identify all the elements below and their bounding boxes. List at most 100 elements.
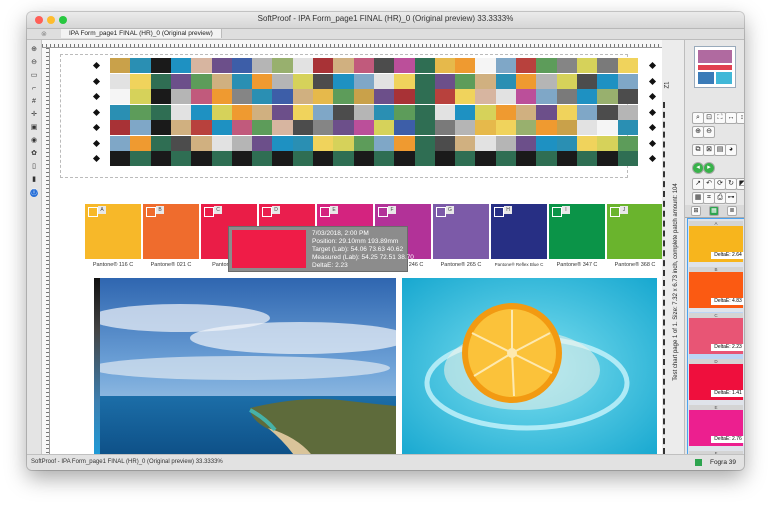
measurement-item-c[interactable]: C DeltaE: 2.23 [689, 312, 744, 359]
color-wheel-icon[interactable]: ◕ [725, 144, 737, 156]
swatch-checkbox[interactable] [320, 207, 330, 217]
swatch-checkbox[interactable] [204, 207, 214, 217]
color-patch [110, 151, 131, 166]
measurement-list[interactable]: A DeltaE: 2.64 B DeltaE: 4.83 C DeltaE: 2.23 D… [687, 218, 744, 456]
swatch-checkbox[interactable] [262, 207, 272, 217]
lock-icon[interactable]: ▣ [30, 124, 38, 132]
registration-mark [648, 108, 656, 116]
tooltip-target: Target (Lab): 54.06 73.63 40.62 [312, 246, 404, 253]
color-patch [313, 104, 334, 120]
pantone-swatch-a[interactable]: A [85, 204, 141, 259]
color-patch [170, 120, 192, 135]
swatch-checkbox[interactable] [378, 207, 388, 217]
color-patch [516, 58, 537, 73]
color-patch [617, 89, 639, 104]
color-patch [394, 151, 415, 166]
green-right-icon[interactable]: ▸ [703, 162, 715, 174]
measurement-item-d[interactable]: D DeltaE: 1.41 [689, 358, 744, 405]
color-patch [231, 151, 253, 166]
color-patch [252, 73, 273, 89]
right-panel: ⌕ ⊡ ⛶ ↔ ↕ ⊕ ⊖ ⧉ ⊠ ▤ ◕ ◂ ▸ ↗ ↶ ⟳ ↻ ◩ ▦ ⌗ ⎙ ⊶ ⊞ ▦ ≣ A DeltaE: 2.… [684, 40, 744, 456]
pantone-swatch-j[interactable]: J [607, 204, 662, 259]
color-patch [292, 151, 314, 166]
document-canvas[interactable]: A Pantone® 116 C B Pantone® 021 C C Pantone® … [50, 48, 662, 454]
color-patch [536, 120, 558, 135]
swatch-letter: E [330, 206, 338, 214]
swatch-letter: H [504, 206, 512, 214]
tab-patches-icon[interactable]: ▦ [709, 206, 719, 216]
swatch-letter: A [98, 206, 106, 214]
color-patch [455, 104, 476, 120]
pantone-swatch-i[interactable]: I [549, 204, 605, 259]
measurement-item-a[interactable]: A DeltaE: 2.64 [689, 220, 744, 267]
crosshair-icon[interactable]: ✛ [30, 111, 38, 119]
color-patch [252, 58, 273, 73]
arrows-vertical-icon[interactable]: ↕ [736, 112, 744, 124]
color-patch [434, 58, 456, 73]
color-patch [170, 104, 192, 120]
color-patch [211, 58, 233, 73]
status-text: SoftProof - IPA Form_page1 FINAL (HR)_0 … [31, 459, 223, 465]
color-patch [373, 151, 395, 166]
color-patch [292, 73, 314, 89]
swatch-letter: J [620, 206, 628, 214]
color-patch [556, 73, 578, 89]
swatch-name: Pantone® 368 C [614, 262, 656, 268]
color-patch [556, 120, 578, 135]
color-patch [170, 135, 192, 151]
hash-grid-icon[interactable]: # [30, 98, 38, 106]
swatch-checkbox[interactable] [88, 207, 98, 217]
tab-database-icon[interactable]: ≣ [727, 206, 737, 216]
info-icon[interactable]: ⓘ [30, 189, 38, 197]
measurement-item-delta: DeltaE: 4.83 [711, 298, 744, 305]
crop-image-icon[interactable]: ◩ [736, 178, 744, 190]
color-patch [150, 104, 172, 120]
eye-icon[interactable]: ◉ [30, 137, 38, 145]
color-patch [495, 73, 517, 89]
rectangle-select-icon[interactable]: ▭ [30, 72, 38, 80]
color-patch [495, 104, 517, 120]
zoom-out-alt-icon[interactable]: ⊖ [703, 126, 715, 138]
color-patch [576, 73, 598, 89]
color-patch [434, 104, 456, 120]
color-patch [597, 89, 618, 104]
color-patch [536, 135, 558, 151]
swatch-checkbox[interactable] [146, 207, 156, 217]
crop-icon[interactable]: ⌐ [30, 85, 38, 93]
color-patch [333, 58, 355, 73]
swatch-checkbox[interactable] [610, 207, 620, 217]
color-patch [597, 58, 618, 73]
tab-grid-icon[interactable]: ⊞ [691, 206, 701, 216]
spectro-icon[interactable]: ⊶ [725, 192, 737, 204]
document-tab[interactable]: IPA Form_page1 FINAL (HR)_0 (Original pr… [61, 29, 222, 38]
color-patch [536, 73, 558, 89]
orange-splash-photo [402, 278, 657, 454]
color-patch [353, 151, 375, 166]
book-icon[interactable]: ▯ [30, 163, 38, 171]
pantone-swatch-b[interactable]: B [143, 204, 199, 259]
swatch-letter: G [446, 206, 454, 214]
swatch-letter: D [272, 206, 280, 214]
pantone-swatch-h[interactable]: H [491, 204, 547, 259]
color-patch [211, 73, 233, 89]
swatch-checkbox[interactable] [552, 207, 562, 217]
tab-close-icon[interactable]: ⊗ [41, 30, 47, 38]
zoom-in-icon[interactable]: ⊕ [30, 46, 38, 54]
color-patch [231, 104, 253, 120]
swatch-checkbox[interactable] [494, 207, 504, 217]
pantone-swatch-g[interactable]: G [433, 204, 489, 259]
bar-chart-icon[interactable]: ▮ [30, 176, 38, 184]
profile-label[interactable]: Fogra 39 [710, 459, 736, 466]
measurement-item-e[interactable]: E DeltaE: 2.76 [689, 404, 744, 451]
color-patch [130, 58, 152, 73]
color-wheel-icon[interactable]: ✿ [30, 150, 38, 158]
measurement-item-b[interactable]: B DeltaE: 4.83 [689, 266, 744, 313]
measurement-tooltip: 7/03/2018, 2:00 PM Position: 29.10mm 193… [228, 226, 414, 272]
color-patch [313, 120, 334, 135]
color-patch [536, 58, 558, 73]
swatch-name: Pantone® 347 C [556, 262, 598, 268]
color-patch [516, 89, 537, 104]
page-thumbnail[interactable] [694, 46, 736, 88]
swatch-checkbox[interactable] [436, 207, 446, 217]
zoom-out-icon[interactable]: ⊖ [30, 59, 38, 67]
